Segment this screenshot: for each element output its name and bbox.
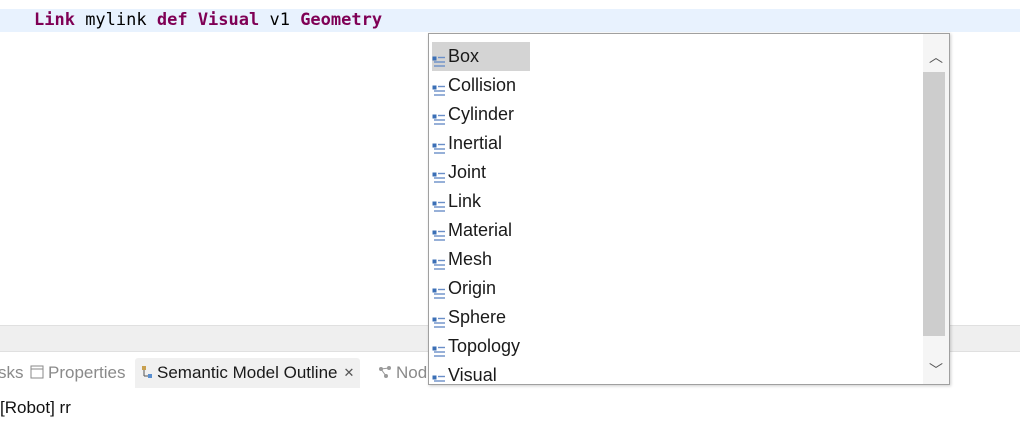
proposal-list[interactable]: Box Collision Cylinder Inertial Joint Link Mat… — [432, 42, 922, 385]
proposal-item-body: Box — [432, 42, 530, 71]
proposal-item-sphere[interactable]: Sphere — [432, 303, 922, 332]
template-icon — [432, 222, 446, 241]
proposal-item-collision[interactable]: Collision — [432, 71, 922, 100]
proposal-item-joint[interactable]: Joint — [432, 158, 922, 187]
tab-label: Semantic Model Outline — [157, 363, 338, 382]
ide-window: Link mylink def Visual v1 Geometry ‹ sks… — [0, 0, 1020, 440]
proposal-label: Origin — [448, 278, 497, 298]
nodes-icon — [378, 359, 392, 389]
template-icon — [432, 48, 446, 67]
code-keyword: def — [156, 10, 188, 30]
proposal-item-body: Cylinder — [432, 100, 520, 129]
code-keyword: Geometry — [300, 10, 383, 30]
template-icon — [432, 338, 446, 357]
template-icon — [432, 280, 446, 299]
proposal-label: Link — [448, 191, 482, 211]
template-icon — [432, 135, 446, 154]
proposal-item-body: Material — [432, 216, 518, 245]
scroll-up-icon[interactable]: ︿ — [923, 46, 949, 70]
template-icon — [432, 77, 446, 96]
code-text: mylink — [74, 10, 157, 30]
outline-tree[interactable]: [Robot] rr — [0, 396, 71, 420]
proposal-item-inertial[interactable]: Inertial — [432, 129, 922, 158]
proposal-label: Collision — [448, 75, 517, 95]
proposal-item-link[interactable]: Link — [432, 187, 922, 216]
proposal-label: Mesh — [448, 249, 493, 269]
proposal-item-body: Visual — [432, 361, 503, 385]
template-icon — [432, 309, 446, 328]
scroll-down-icon[interactable]: ﹀ — [923, 359, 949, 383]
proposal-item-box[interactable]: Box — [432, 42, 922, 71]
scroll-thumb[interactable] — [923, 72, 945, 336]
template-icon — [432, 367, 446, 382]
proposal-label: Sphere — [448, 307, 507, 327]
template-icon — [432, 193, 446, 212]
code-text: v1 — [259, 10, 301, 30]
proposal-item-origin[interactable]: Origin — [432, 274, 922, 303]
popup-vertical-scrollbar[interactable]: ︿ ﹀ — [923, 34, 949, 384]
tab-semantic-model-outline[interactable]: Semantic Model Outline ✕ — [135, 358, 361, 389]
template-icon — [432, 164, 446, 183]
proposal-label: Inertial — [448, 133, 503, 153]
close-icon[interactable]: ✕ — [343, 358, 354, 388]
proposal-item-material[interactable]: Material — [432, 216, 922, 245]
proposal-item-body: Mesh — [432, 245, 498, 274]
proposal-label: Cylinder — [448, 104, 515, 124]
tab-tasks[interactable]: sks — [0, 358, 24, 388]
proposal-item-mesh[interactable]: Mesh — [432, 245, 922, 274]
proposal-item-body: Link — [432, 187, 487, 216]
tree-root-item[interactable]: [Robot] rr — [0, 398, 71, 417]
proposal-item-body: Joint — [432, 158, 492, 187]
tab-label: sks — [0, 363, 24, 382]
proposal-item-cylinder[interactable]: Cylinder — [432, 100, 922, 129]
code-keyword: Visual — [197, 10, 260, 30]
current-code-line[interactable]: Link mylink def Visual v1 Geometry — [0, 9, 1020, 32]
tab-label: Properties — [48, 363, 126, 382]
tab-label: Nod — [396, 363, 428, 382]
proposal-item-visual[interactable]: Visual — [432, 361, 922, 385]
code-tokens: Link mylink def Visual v1 Geometry — [34, 10, 382, 30]
proposal-label: Visual — [448, 365, 497, 385]
code-keyword: Link — [34, 10, 75, 30]
proposal-item-body: Topology — [432, 332, 526, 361]
properties-icon — [30, 359, 44, 389]
content-assist-popup[interactable]: Box Collision Cylinder Inertial Joint Link Mat… — [428, 33, 950, 385]
proposal-item-body: Collision — [432, 71, 522, 100]
template-icon — [432, 251, 446, 270]
tab-properties[interactable]: Properties — [30, 358, 125, 388]
proposal-label: Joint — [448, 162, 487, 182]
proposal-item-body: Inertial — [432, 129, 508, 158]
proposal-label: Box — [448, 46, 480, 66]
template-icon — [432, 106, 446, 125]
proposal-label: Material — [448, 220, 513, 240]
proposal-item-topology[interactable]: Topology — [432, 332, 922, 361]
tab-nodes[interactable]: Nod — [378, 358, 427, 388]
tree-icon — [141, 359, 153, 389]
proposal-item-body: Sphere — [432, 303, 512, 332]
proposal-label: Topology — [448, 336, 521, 356]
proposal-item-body: Origin — [432, 274, 502, 303]
